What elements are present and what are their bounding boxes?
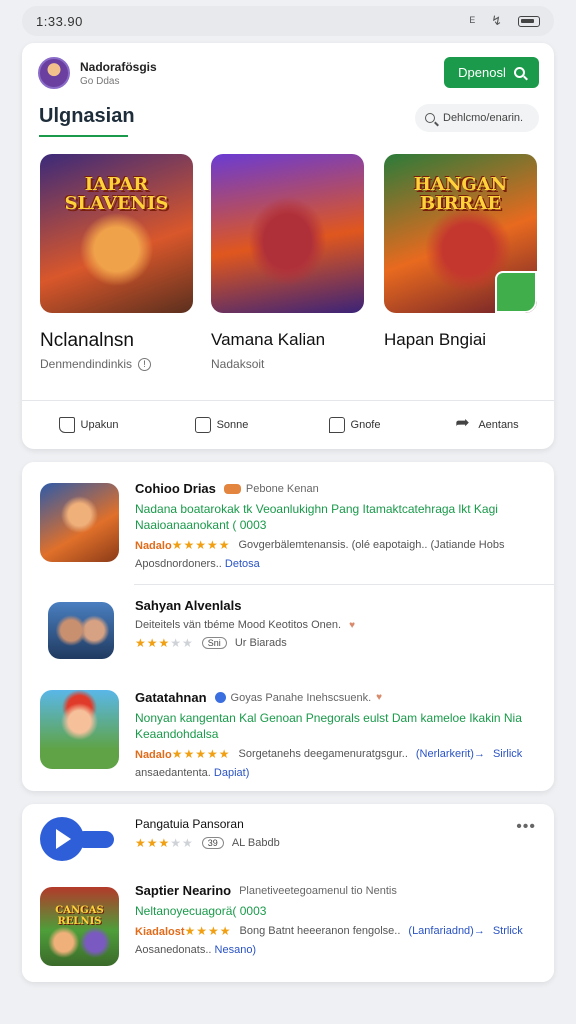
app-title: Gatatahnan [135,690,207,705]
game-name: Vamana Kalian [211,330,326,349]
app-title: Sahyan Alvenlals [135,598,242,613]
rating-label: Nadalo [135,540,172,552]
heart-icon: ♥ [376,692,383,703]
featured-game[interactable]: HANGAN BIRRAE Hapan Bngiai [384,154,537,349]
rating-note: Govgerbälemtenansis. (olé eapotaigh.. (J… [238,539,505,551]
app-icon[interactable] [40,483,119,562]
share-icon [455,413,472,433]
search-input[interactable]: Dehlcmo/enarin. [415,104,539,132]
thumbs-up-icon [58,417,75,433]
silent-icon: ᴱ [469,13,476,29]
game-subtitle-text: Nadaksoit [211,357,265,371]
app-title: Saptier Nearino [135,883,232,898]
rating-pill: 39 [201,837,224,849]
app-art-title: CANGAS RELNIS [55,905,104,927]
featured-game[interactable]: Vamana Kalian Nadaksoit [211,154,364,371]
rating-link[interactable]: (Nerlarkerit)→ [416,748,485,760]
heart-icon: ♥ [349,619,355,631]
comment-button[interactable]: Gnofe [288,417,421,433]
rating-note: Sorgetanehs deegamenuratgsgur.. [238,748,408,760]
star-rating: ★★★★★ [135,636,194,650]
profile-subtitle: Go Ddas [80,75,120,87]
rating-note: Bong Batnt heeeranon fengolse.. [239,925,401,937]
game-artwork[interactable]: HANGAN BIRRAE [384,154,537,313]
status-time: 1:33.90 [36,13,83,29]
rating-link-2[interactable]: Strlick [493,925,523,937]
profile-header: Nadorafösgis Go Ddas [38,57,157,89]
app-title: Cohioo Drias [135,481,216,496]
rating-note: AL Babdb [231,837,280,849]
profile-name: Nadorafösgis [80,59,157,74]
app-meta: Goyas Panahe Inehscsuenk. [230,691,372,704]
details-link[interactable]: Detosa [225,558,260,570]
rating-pill: Sni [201,637,227,649]
tag-icon [223,483,241,494]
list-icon [194,417,211,433]
character-badge-icon [495,271,537,313]
section-title: Ulgnasian [39,105,135,137]
app-list-card: Cohioo Drias Pebone Kenan Nadana boataro… [22,462,554,791]
game-art-title: HANGAN BIRRAE [413,174,508,214]
star-rating: ★★★★ [184,924,232,938]
list-label: Sonne [216,419,249,431]
app-description: Neltanoyecuagorä( 0003 [135,904,267,918]
game-name: Nclanalnsn [40,330,134,351]
search-icon [425,113,435,123]
search-icon [513,67,525,78]
game-art-title: IAPAR SLAVENIS [64,174,169,214]
rating-label: Nadalo [135,749,172,761]
app-meta: Planetiveetegoamenul tio Nentis [239,884,397,897]
game-name: Hapan Bngiai [384,330,487,349]
battery-icon [518,15,540,27]
game-artwork[interactable]: IAPAR SLAVENIS [40,154,193,313]
comment-label: Gnofe [350,419,381,431]
app-description: Nadana boatarokak tk Veoanlukighn Pang I… [135,502,498,532]
list-button[interactable]: Sonne [155,417,288,433]
podcast-card: ••• Pangatuia Pansoran ★★★★★ 39 AL Babdb… [22,804,554,982]
details-link[interactable]: Nesano) [215,944,257,956]
app-icon[interactable]: CANGAS RELNIS [40,887,119,966]
app-footer: ansaedantenta. [135,767,211,779]
app-icon[interactable] [48,602,114,659]
share-label: Aentans [478,419,519,431]
star-rating: ★★★★★ [135,836,194,850]
star-rating: ★★★★★ [171,747,231,761]
rating-label: Kiadalost [135,926,185,938]
game-artwork[interactable] [211,154,364,313]
app-meta: Pebone Kenan [245,482,319,495]
action-bar: Upakun Sonne Gnofe Aentans [22,400,554,449]
star-rating: ★★★★★ [171,538,231,552]
open-button[interactable]: Dpenosl [444,57,539,88]
app-footer: Aosanedonats.. [135,944,212,956]
game-subtitle: Denmendindinkis ! [40,357,152,371]
wifi-icon: ↯ [491,13,502,28]
rating-note: Ur Biarads [234,637,287,649]
app-description: Deiteitels vän tbéme Mood Keotitos Onen. [135,619,342,631]
featured-game[interactable]: IAPAR SLAVENIS Nclanalnsn Denmendindinki… [40,154,193,371]
comment-icon [328,417,345,433]
verified-icon [214,692,226,703]
share-button[interactable]: Aentans [421,413,554,433]
game-subtitle-text: Denmendindinkis [40,357,133,371]
rating-link-2[interactable]: Sirlick [493,748,522,760]
app-footer: Aposdnordoners.. [135,558,222,570]
like-button[interactable]: Upakun [22,417,155,433]
app-title: Pangatuia Pansoran [135,817,244,831]
info-icon[interactable]: ! [138,357,152,371]
like-label: Upakun [80,419,119,431]
play-icon[interactable] [40,817,114,861]
search-placeholder: Dehlcmo/enarin. [443,112,524,124]
details-link[interactable]: Dapiat) [214,767,249,779]
rating-link[interactable]: (Lanfariadnd)→ [408,925,484,937]
app-icon[interactable] [40,690,119,769]
featured-card: Nadorafösgis Go Ddas Dpenosl Ulgnasian D… [22,43,554,449]
game-subtitle: Nadaksoit [211,357,264,371]
divider [134,584,554,585]
status-bar: 1:33.90 ᴱ ↯ [22,6,554,36]
avatar[interactable] [38,57,70,89]
open-button-label: Dpenosl [458,65,506,80]
app-description: Nonyan kangentan Kal Genoan Pnegorals eu… [135,711,522,741]
